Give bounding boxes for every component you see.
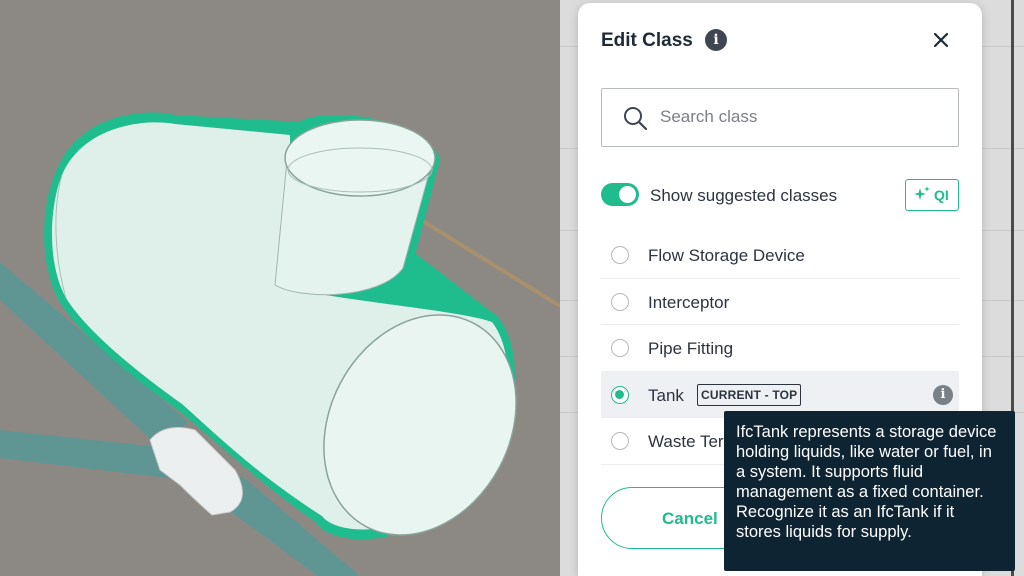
search-icon (624, 107, 648, 131)
class-label: Tank (648, 385, 684, 405)
class-label: Waste Ter (648, 432, 724, 451)
radio-button[interactable] (611, 385, 629, 404)
radio-button[interactable] (611, 246, 629, 264)
class-description-tooltip: IfcTank represents a storage device hold… (724, 411, 1015, 571)
suggested-classes-label: Show suggested classes (650, 186, 838, 205)
class-label: Flow Storage Device (648, 246, 805, 265)
class-label: Interceptor (648, 292, 730, 312)
list-item[interactable]: Pipe Fitting (601, 325, 959, 372)
qi-button[interactable]: QI (905, 179, 959, 211)
suggested-classes-toggle[interactable] (601, 183, 639, 206)
list-item[interactable]: Interceptor (601, 279, 959, 325)
close-icon (933, 32, 949, 48)
info-icon[interactable]: i (705, 29, 727, 51)
qi-label: QI (934, 187, 949, 203)
dialog-title: Edit Class (601, 30, 693, 51)
search-input[interactable] (660, 89, 940, 145)
radio-button[interactable] (611, 432, 629, 450)
search-field[interactable] (601, 88, 959, 147)
current-top-badge: CURRENT - TOP (697, 383, 802, 406)
sparkle-icon (914, 186, 930, 200)
cancel-label: Cancel (662, 509, 718, 528)
class-label: Pipe Fitting (648, 339, 734, 358)
info-icon[interactable]: i (933, 384, 953, 405)
close-button[interactable] (930, 29, 952, 51)
list-item[interactable]: Flow Storage Device (601, 232, 959, 279)
radio-button[interactable] (611, 292, 629, 311)
toggle-knob (619, 186, 636, 203)
radio-button[interactable] (611, 339, 629, 357)
